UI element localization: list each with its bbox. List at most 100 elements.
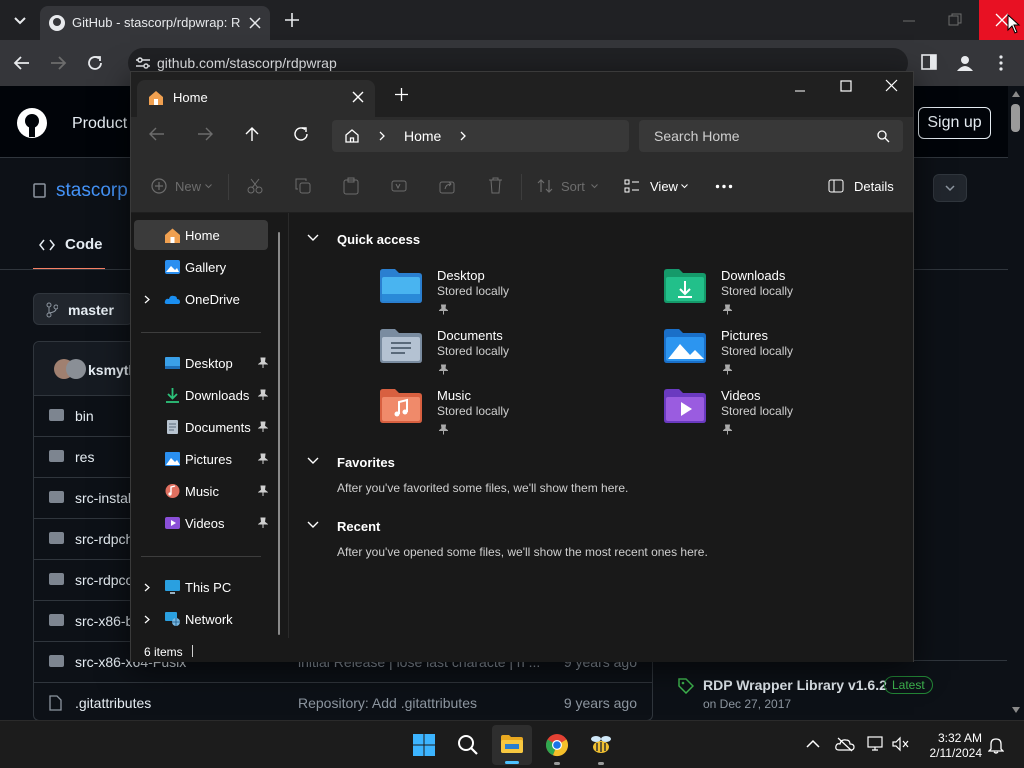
scroll-up-icon[interactable] [1012, 91, 1020, 97]
details-button[interactable]: Details [828, 173, 898, 199]
close-icon[interactable] [885, 79, 898, 92]
pin-icon[interactable] [258, 453, 268, 465]
explorer-address-bar[interactable]: Home [332, 120, 629, 152]
up-arrow-icon[interactable] [245, 126, 259, 142]
forward-arrow-icon[interactable] [49, 55, 67, 71]
taskbar-clock[interactable]: 3:32 AM 2/11/2024 [922, 731, 983, 761]
repo-owner-link[interactable]: stascorp [56, 180, 128, 202]
close-icon[interactable] [352, 91, 364, 103]
chevron-right-icon[interactable] [144, 583, 150, 592]
quick-access-music[interactable]: Music Stored locally [379, 384, 629, 440]
chevron-right-icon[interactable] [379, 131, 386, 141]
new-button[interactable]: New [149, 173, 215, 199]
taskbar-chrome[interactable] [537, 725, 577, 765]
paste-icon[interactable] [343, 177, 359, 195]
kebab-menu-icon[interactable] [997, 54, 1005, 72]
cut-icon[interactable] [247, 178, 263, 194]
latest-release[interactable]: RDP Wrapper Library v1.6.2 Latest on Dec… [678, 676, 978, 716]
github-nav-product[interactable]: Product [72, 115, 127, 133]
rename-icon[interactable] [391, 178, 407, 194]
nav-item-this-pc[interactable]: This PC [134, 572, 268, 602]
quick-access-pictures[interactable]: Pictures Stored locally [663, 324, 913, 380]
pin-icon[interactable] [258, 357, 268, 369]
nav-item-pictures[interactable]: Pictures [134, 444, 268, 474]
table-row[interactable]: .gitattributes Repository: Add .gitattrib… [33, 682, 653, 723]
chevron-up-icon[interactable] [806, 739, 820, 749]
breadcrumb[interactable]: Home [404, 128, 441, 144]
scroll-thumb[interactable] [1011, 104, 1020, 132]
view-button[interactable]: View [624, 173, 694, 199]
share-icon[interactable] [439, 178, 455, 194]
copy-icon[interactable] [295, 178, 311, 194]
quick-access-downloads[interactable]: Downloads Stored locally [663, 264, 913, 320]
quick-access-desktop[interactable]: Desktop Stored locally [379, 264, 629, 320]
reload-icon[interactable] [86, 54, 104, 72]
chevron-right-icon[interactable] [144, 615, 150, 624]
start-button[interactable] [404, 725, 444, 765]
page-scrollbar[interactable] [1008, 86, 1024, 720]
nav-item-network[interactable]: Network [134, 604, 268, 634]
browser-close-button[interactable] [979, 0, 1024, 40]
minimize-icon[interactable] [902, 14, 916, 28]
tab-code[interactable]: Code [33, 232, 105, 270]
quick-access-videos[interactable]: Videos Stored locally [663, 384, 913, 440]
github-logo-icon[interactable] [16, 107, 48, 139]
back-arrow-icon[interactable] [149, 127, 165, 141]
close-icon[interactable] [249, 17, 261, 29]
nav-item-desktop[interactable]: Desktop [134, 348, 268, 378]
search-input[interactable]: Search Home [639, 120, 903, 152]
taskbar-search-button[interactable] [448, 725, 488, 765]
music-icon [165, 484, 180, 498]
nav-item-gallery[interactable]: Gallery [134, 252, 268, 282]
new-tab-icon[interactable] [284, 12, 300, 28]
browser-tab-github[interactable]: GitHub - stascorp/rdpwrap: RD [40, 6, 270, 40]
new-tab-icon[interactable] [395, 88, 408, 101]
search-icon [877, 130, 890, 143]
nav-item-downloads[interactable]: Downloads [134, 380, 268, 410]
maximize-icon[interactable] [840, 80, 852, 92]
more-options-icon[interactable] [715, 184, 733, 189]
forward-arrow-icon[interactable] [197, 127, 213, 141]
side-panel-icon[interactable] [921, 54, 937, 70]
avatar [66, 359, 86, 379]
nav-scrollbar[interactable] [278, 232, 280, 635]
nav-item-videos[interactable]: Videos [134, 508, 268, 538]
signup-button[interactable]: Sign up [918, 107, 991, 139]
notification-bell-icon[interactable] [988, 736, 1004, 754]
back-arrow-icon[interactable] [13, 55, 31, 71]
pin-icon[interactable] [258, 517, 268, 529]
desktop-folder-icon [165, 357, 180, 369]
volume-muted-icon[interactable] [892, 736, 910, 752]
restore-icon[interactable] [948, 13, 962, 27]
nav-item-music[interactable]: Music [134, 476, 268, 506]
repo-action-button[interactable] [933, 174, 967, 202]
pin-icon[interactable] [258, 421, 268, 433]
display-icon[interactable] [867, 736, 885, 752]
pin-icon[interactable] [258, 485, 268, 497]
minimize-icon[interactable] [794, 85, 806, 97]
branch-selector[interactable]: master [33, 293, 133, 325]
profile-icon[interactable] [955, 53, 975, 73]
taskbar-file-explorer[interactable] [492, 725, 532, 765]
nav-item-home[interactable]: Home [134, 220, 268, 250]
refresh-icon[interactable] [293, 126, 309, 142]
tab-search-button[interactable] [8, 8, 32, 32]
chevron-right-icon[interactable] [460, 131, 467, 141]
folder-icon [49, 491, 64, 503]
nav-separator [141, 332, 261, 333]
chevron-right-icon[interactable] [144, 295, 150, 304]
quick-access-documents[interactable]: Documents Stored locally [379, 324, 629, 380]
site-info-icon[interactable] [135, 56, 151, 70]
release-name[interactable]: RDP Wrapper Library v1.6.2 [703, 677, 887, 693]
scroll-down-icon[interactable] [1012, 707, 1020, 713]
nav-item-onedrive[interactable]: OneDrive [134, 284, 268, 314]
nav-item-documents[interactable]: Documents [134, 412, 268, 442]
delete-icon[interactable] [488, 177, 503, 194]
pin-icon[interactable] [258, 389, 268, 401]
sort-button[interactable]: Sort [537, 173, 603, 199]
nav-separator [141, 556, 261, 557]
taskbar-app[interactable] [581, 725, 621, 765]
onedrive-offline-icon[interactable] [835, 736, 855, 752]
chevron-down-icon [591, 184, 598, 189]
explorer-tab-home[interactable]: Home [137, 80, 375, 117]
